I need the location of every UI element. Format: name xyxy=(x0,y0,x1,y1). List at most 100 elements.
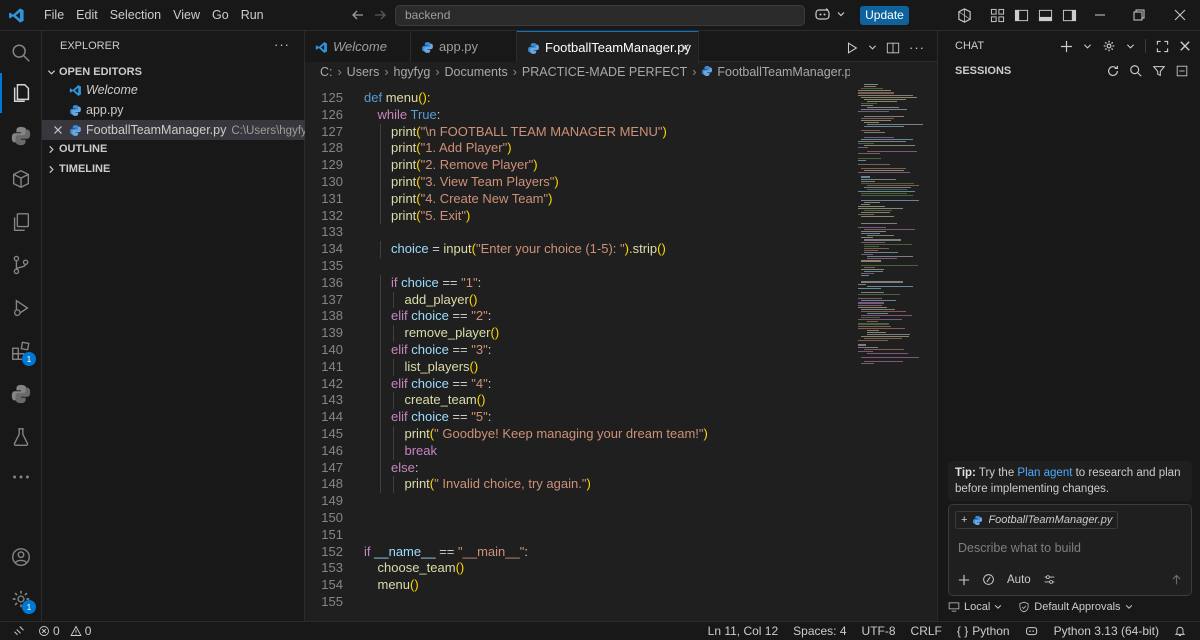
code-line[interactable]: 153 choose_team() xyxy=(305,560,850,577)
encoding[interactable]: UTF-8 xyxy=(862,624,896,638)
search-icon[interactable] xyxy=(0,33,42,73)
restore-icon[interactable] xyxy=(1132,8,1146,22)
menu-file[interactable]: File xyxy=(38,0,70,31)
extensions-icon[interactable]: 1 xyxy=(0,331,42,371)
breadcrumb-item[interactable]: Documents xyxy=(445,65,508,79)
code-line[interactable]: 134 choice = input("Enter your choice (1-… xyxy=(305,241,850,258)
code-line[interactable]: 140 elif choice == "3": xyxy=(305,342,850,359)
explorer-icon[interactable] xyxy=(0,73,42,113)
open-editor-item-selected[interactable]: FootballTeamManager.py C:\Users\hgyfyg\..… xyxy=(42,120,305,140)
chevron-down-icon[interactable] xyxy=(836,9,846,19)
collapse-icon[interactable] xyxy=(1175,64,1189,78)
open-editor-item[interactable]: Welcome xyxy=(42,80,305,100)
testing-flask-icon[interactable] xyxy=(0,417,42,457)
menu-run[interactable]: Run xyxy=(235,0,270,31)
tab-footballteammanager[interactable]: FootballTeamManager.py xyxy=(517,31,699,63)
code-line[interactable]: 133 xyxy=(305,224,850,241)
search-icon[interactable] xyxy=(1129,64,1143,78)
close-icon[interactable] xyxy=(1179,40,1191,52)
code-line[interactable]: 141 list_players() xyxy=(305,358,850,376)
code-line[interactable]: 149 xyxy=(305,493,850,510)
end-of-line[interactable]: CRLF xyxy=(911,624,942,638)
run-debug-icon[interactable] xyxy=(0,288,42,328)
code-line[interactable]: 144 elif choice == "5": xyxy=(305,409,850,426)
code-line[interactable]: 145 print(" Goodbye! Keep managing your d… xyxy=(305,426,850,443)
copilot-status-icon[interactable] xyxy=(1025,625,1039,638)
remote-explorer-icon[interactable] xyxy=(0,159,42,199)
breadcrumb-item[interactable]: hgyfyg xyxy=(394,65,431,79)
timeline-section[interactable]: TIMELINE xyxy=(42,159,305,179)
code-line[interactable]: 130 print("3. View Team Players") xyxy=(305,174,850,191)
close-icon[interactable] xyxy=(53,125,63,135)
breadcrumb-item[interactable]: C: xyxy=(320,65,333,79)
accounts-icon[interactable] xyxy=(0,537,42,577)
gear-icon[interactable]: 1 xyxy=(0,579,42,619)
minimap[interactable] xyxy=(850,82,930,372)
chevron-down-icon[interactable] xyxy=(1126,42,1135,51)
code-line[interactable]: 126 while True: xyxy=(305,107,850,124)
run-icon[interactable] xyxy=(845,41,859,55)
code-line[interactable]: 137 add_player() xyxy=(305,291,850,309)
chevron-down-icon[interactable] xyxy=(1083,42,1092,51)
chat-input-placeholder[interactable]: Describe what to build xyxy=(958,541,1081,555)
code-line[interactable]: 135 xyxy=(305,258,850,275)
layout-customize-icon[interactable] xyxy=(990,8,1005,23)
close-icon[interactable] xyxy=(680,43,690,53)
remote-indicator-icon[interactable] xyxy=(4,622,34,640)
add-context-icon[interactable]: + xyxy=(961,511,967,529)
code-line[interactable]: 147 else: xyxy=(305,459,850,477)
chevron-down-icon[interactable] xyxy=(868,43,877,52)
interpreter[interactable]: Python 3.13 (64-bit) xyxy=(1054,624,1159,638)
breadcrumb-item[interactable]: Users xyxy=(347,65,380,79)
language-mode[interactable]: { } Python xyxy=(957,624,1010,638)
toggle-secondary-sidebar-icon[interactable] xyxy=(1062,8,1077,23)
maximize-icon[interactable] xyxy=(1156,40,1169,53)
toggle-panel-icon[interactable] xyxy=(1038,8,1053,23)
open-editor-item[interactable]: app.py xyxy=(42,100,305,120)
code-line[interactable]: 129 print("2. Remove Player") xyxy=(305,157,850,174)
filter-icon[interactable] xyxy=(1152,64,1166,78)
plan-agent-link[interactable]: Plan agent xyxy=(1017,467,1072,479)
python-icon[interactable] xyxy=(0,116,42,156)
tools-icon[interactable] xyxy=(1043,573,1056,586)
code-line[interactable]: 146 break xyxy=(305,442,850,460)
code-line[interactable]: 132 print("5. Exit") xyxy=(305,207,850,225)
code-line[interactable]: 131 print("4. Create New Team") xyxy=(305,190,850,208)
copilot-icon[interactable] xyxy=(814,7,832,23)
more-actions-icon[interactable]: ··· xyxy=(909,40,925,55)
code-line[interactable]: 155 xyxy=(305,594,850,607)
chat-input-box[interactable]: + FootballTeamManager.py Describe what t… xyxy=(948,504,1192,596)
breadcrumb-item[interactable]: PRACTICE-MADE PERFECT xyxy=(522,65,687,79)
approvals-picker[interactable]: Default Approvals xyxy=(1018,601,1132,613)
problems-indicator[interactable]: 0 0 xyxy=(38,624,91,638)
code-line[interactable]: 150 xyxy=(305,510,850,527)
open-editors-section[interactable]: OPEN EDITORS xyxy=(42,62,305,82)
menu-selection[interactable]: Selection xyxy=(104,0,167,31)
more-icon[interactable] xyxy=(0,457,42,497)
tab-app-py[interactable]: app.py xyxy=(411,31,517,62)
mode-picker[interactable]: Auto xyxy=(1007,574,1031,586)
toggle-sidebar-icon[interactable] xyxy=(1014,8,1029,23)
more-actions-icon[interactable]: ··· xyxy=(274,37,290,52)
agent-mode-icon[interactable] xyxy=(982,573,995,586)
code-line[interactable]: 138 elif choice == "2": xyxy=(305,308,850,326)
gear-icon[interactable] xyxy=(1102,39,1116,53)
code-line[interactable]: 139 remove_player() xyxy=(305,325,850,342)
code-line[interactable]: 127 print("\n FOOTBALL TEAM MANAGER MENU"… xyxy=(305,123,850,141)
indentation[interactable]: Spaces: 4 xyxy=(793,624,846,638)
code-line[interactable]: 125 def menu(): xyxy=(305,90,850,107)
arrow-right-icon[interactable] xyxy=(372,7,388,23)
breadcrumb-item[interactable]: FootballTeamManager.py xyxy=(717,65,850,79)
send-icon[interactable] xyxy=(1170,573,1183,586)
code-line[interactable]: 152 if __name__ == "__main__": xyxy=(305,544,850,561)
code-line[interactable]: 154 menu() xyxy=(305,577,850,594)
source-control-icon[interactable] xyxy=(0,245,42,285)
code-editor[interactable]: 125 def menu(): 126 while True: 127 print("\n… xyxy=(305,82,850,607)
minimize-icon[interactable] xyxy=(1093,8,1107,22)
code-line[interactable]: 136 if choice == "1": xyxy=(305,274,850,292)
close-window-icon[interactable] xyxy=(1173,8,1187,22)
local-picker[interactable]: Local xyxy=(948,601,1002,613)
copy-files-icon[interactable] xyxy=(0,202,42,242)
command-center-search[interactable]: backend xyxy=(395,5,805,26)
tab-welcome[interactable]: Welcome xyxy=(305,31,411,62)
